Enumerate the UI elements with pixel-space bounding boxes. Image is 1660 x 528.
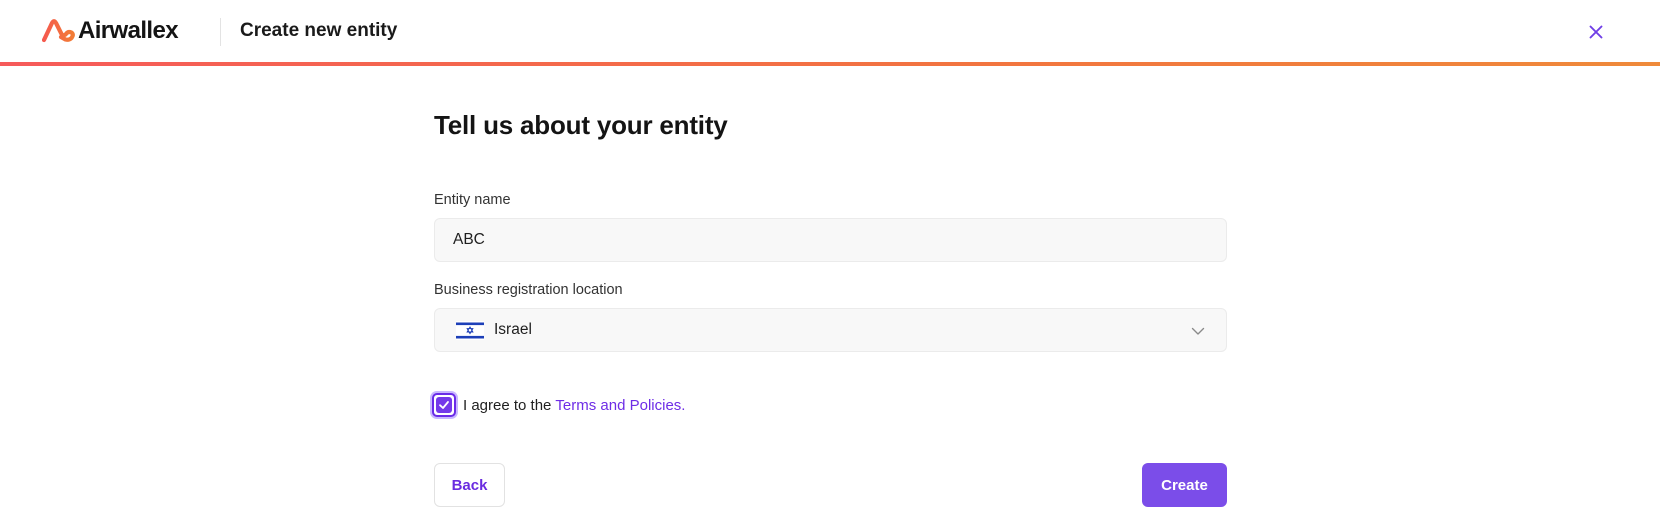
form-heading: Tell us about your entity <box>434 110 728 140</box>
entity-name-label: Entity name <box>434 192 511 208</box>
checkmark-icon <box>439 401 449 409</box>
entity-name-value: ABC <box>453 231 485 248</box>
back-button[interactable]: Back <box>434 463 505 507</box>
israel-flag-icon <box>456 320 484 340</box>
top-bar: Airwallex Create new entity <box>0 0 1660 62</box>
airwallex-logo-icon <box>42 19 75 43</box>
header-divider <box>220 18 221 46</box>
close-icon <box>1589 25 1603 39</box>
registration-location-select[interactable]: Israel <box>434 308 1227 352</box>
header-accent-line <box>0 62 1660 66</box>
entity-form: Tell us about your entity Entity name AB… <box>432 110 1227 507</box>
agreement-text: I agree to the <box>463 396 552 414</box>
terms-checkbox[interactable] <box>432 393 456 417</box>
terms-and-policies-link[interactable]: Terms and Policies. <box>555 397 685 414</box>
create-button[interactable]: Create <box>1142 463 1227 507</box>
entity-name-input[interactable]: ABC <box>434 218 1227 262</box>
registration-location-label: Business registration location <box>434 282 623 298</box>
agreement-row: I agree to the Terms and Policies. <box>432 393 685 417</box>
checkbox-fill <box>436 397 452 413</box>
brand-name: Airwallex <box>78 17 179 44</box>
chevron-down-icon <box>1191 327 1205 335</box>
close-button[interactable] <box>1584 20 1608 44</box>
registration-location-value: Israel <box>494 321 532 338</box>
brand[interactable]: Airwallex <box>42 16 179 46</box>
page-title: Create new entity <box>240 20 398 41</box>
